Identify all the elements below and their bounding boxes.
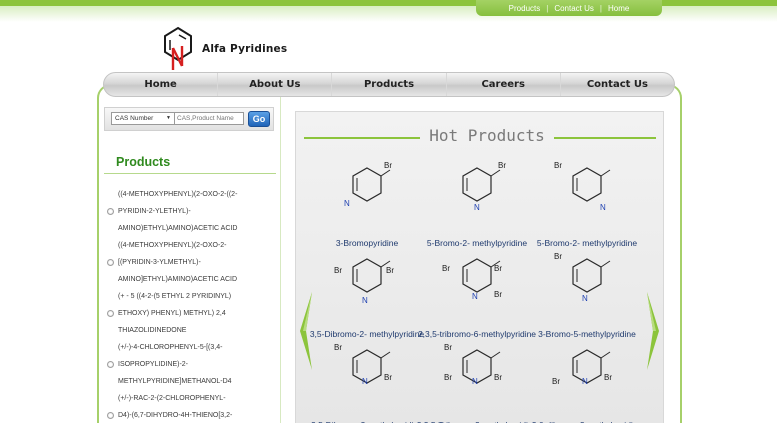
radio-bullet-icon <box>107 208 114 215</box>
product-name-line: AMINO]ETHYL)AMINO)ACETIC ACID <box>118 276 238 283</box>
radio-bullet-icon <box>107 412 114 419</box>
nav-home[interactable]: Home <box>104 73 219 96</box>
atom-label: Br <box>494 264 502 273</box>
atom-label: N <box>344 199 350 208</box>
product-name-line: (+/-)-RAC-2-(2-CHLOROPHENYL- <box>118 395 226 402</box>
product-name-line: [(PYRIDIN-3-YLMETHYL)- <box>118 259 201 266</box>
atom-label: Br <box>334 266 342 275</box>
search-input[interactable] <box>174 112 244 125</box>
nav-about-us[interactable]: About Us <box>218 73 333 96</box>
hot-products-title: Hot Products <box>429 126 545 145</box>
hot-product-name[interactable]: 2,3,5-tribromo-6-methylpyridine <box>416 329 538 339</box>
atom-label: Br <box>442 264 450 273</box>
top-link-home[interactable]: Home <box>608 4 629 13</box>
nav-careers[interactable]: Careers <box>447 73 561 96</box>
hot-products-panel: Hot Products Br N 3-Bromopyridine Br N 5-Brom… <box>295 111 664 423</box>
product-name-line: AMINO)ETHYL)AMINO)ACETIC ACID <box>118 225 238 232</box>
pyridine-structure-icon: Br Br N <box>334 258 394 305</box>
heading-rule <box>104 173 276 174</box>
atom-label: Br <box>494 373 502 382</box>
atom-label: Br <box>444 344 452 352</box>
search-bar: CAS Number ▼ Go <box>104 107 274 131</box>
atom-label: N <box>362 296 368 305</box>
pyridine-structure-icon: Br N <box>344 162 392 208</box>
atom-label: N <box>472 292 478 301</box>
product-list-item[interactable]: ((4-METHOXYPHENYL)(2-OXO-2- [(PYRIDIN-3-Y… <box>104 237 276 288</box>
atom-label: N <box>582 294 588 303</box>
hot-product-name[interactable]: 3,5-Dibromo-2- methylpyridine <box>306 329 428 339</box>
product-list: ((4-METHOXYPHENYL)(2-OXO-2-((2- PYRIDIN-2… <box>104 186 276 423</box>
product-name-line: THIAZOLIDINEDONE <box>118 327 187 334</box>
hot-product-name[interactable]: 3-Bromo-5-methylpyridine <box>526 329 648 339</box>
atom-label: N <box>474 203 480 212</box>
product-name-line: ((4-METHOXYPHENYL)(2-OXO-2-((2- <box>118 191 238 198</box>
radio-bullet-icon <box>107 310 114 317</box>
atom-label: Br <box>384 162 392 170</box>
atom-label: N <box>362 377 368 386</box>
product-name-line: PYRIDIN-2-YLETHYL)- <box>118 208 191 215</box>
divider <box>304 137 420 139</box>
atom-label: Br <box>552 377 560 386</box>
product-list-item[interactable]: (+/-)-4-CHLOROPHENYL-5-[(3,4- ISOPROPYLID… <box>104 339 276 390</box>
hot-product-name[interactable]: 3-Bromopyridine <box>306 238 428 248</box>
atom-label: Br <box>498 162 506 170</box>
atom-label: Br <box>334 344 342 352</box>
atom-label: Br <box>386 266 394 275</box>
radio-bullet-icon <box>107 259 114 266</box>
product-list-item[interactable]: (+/-)-RAC-2-(2-CHLOROPHENYL- D4)-(6,7-DIH… <box>104 390 276 423</box>
product-name-line: (+ - 5 ((4-2-(5 ETHYL 2 PYRIDINYL) <box>118 293 232 300</box>
sidebar-divider <box>280 97 281 423</box>
search-type-value: CAS Number <box>115 115 154 122</box>
atom-label: Br <box>444 373 452 382</box>
product-name-line: D4)-(6,7-DIHYDRO-4H-THIENO[3,2- <box>118 412 233 419</box>
separator: | <box>546 3 549 13</box>
pyridine-structure-icon: Br N <box>462 162 506 212</box>
top-links: Products | Contact Us | Home <box>476 0 662 16</box>
product-name-line: (+/-)-4-CHLOROPHENYL-5-[(3,4- <box>118 344 223 351</box>
atom-label: N <box>582 377 588 386</box>
product-name-line: ETHOXY) PHENYL) METHYL) 2,4 <box>118 310 226 317</box>
pyridine-structure-icon: Br Br Br N <box>444 344 502 386</box>
atom-label: Br <box>554 253 562 261</box>
pyridine-structure-icon: Br Br Br N <box>442 258 502 301</box>
hot-products-header: Hot Products <box>296 126 663 146</box>
radio-bullet-icon <box>107 361 114 368</box>
top-link-contact[interactable]: Contact Us <box>554 4 594 13</box>
atom-label: N <box>600 203 606 212</box>
atom-label: N <box>472 377 478 386</box>
atom-label: Br <box>384 373 392 382</box>
search-type-select[interactable]: CAS Number ▼ <box>111 112 175 125</box>
carousel-next-icon[interactable] <box>646 292 660 370</box>
sidebar-heading: Products <box>116 155 171 169</box>
pyridine-structure-icon: Br N <box>554 162 611 212</box>
atom-label: Br <box>554 162 562 170</box>
atom-label: Br <box>494 290 502 299</box>
pyridine-logo-icon <box>164 26 192 70</box>
go-button[interactable]: Go <box>248 111 270 127</box>
product-list-item[interactable]: ((4-METHOXYPHENYL)(2-OXO-2-((2- PYRIDIN-2… <box>104 186 276 237</box>
product-name-line: ISOPROPYLIDINE)-2- <box>118 361 189 368</box>
pyridine-structure-icon: Br Br N <box>334 344 392 386</box>
chevron-down-icon: ▼ <box>166 115 171 121</box>
hot-product-name[interactable]: 5-Bromo-2- methylpyridine <box>526 238 648 248</box>
logo-text: Alfa Pyridines <box>202 43 288 55</box>
main-nav: Home About Us Products Careers Contact U… <box>103 72 675 97</box>
hot-product-name[interactable]: 5-Bromo-2- methylpyridine <box>416 238 538 248</box>
atom-label: Br <box>604 373 612 382</box>
separator: | <box>599 3 602 13</box>
product-name-line: METHYLPYRIDINE]METHANOL-D4 <box>118 378 232 385</box>
pyridine-structure-icon: Br N <box>554 253 611 303</box>
product-name-line: ((4-METHOXYPHENYL)(2-OXO-2- <box>118 242 227 249</box>
logo[interactable]: Alfa Pyridines <box>160 26 290 72</box>
product-list-item[interactable]: (+ - 5 ((4-2-(5 ETHYL 2 PYRIDINYL) ETHOXY… <box>104 288 276 339</box>
nav-contact-us[interactable]: Contact Us <box>561 73 674 96</box>
pyridine-structure-icon: Br Br N <box>552 349 612 386</box>
divider <box>554 137 656 139</box>
nav-products[interactable]: Products <box>332 73 447 96</box>
top-link-products[interactable]: Products <box>509 4 541 13</box>
